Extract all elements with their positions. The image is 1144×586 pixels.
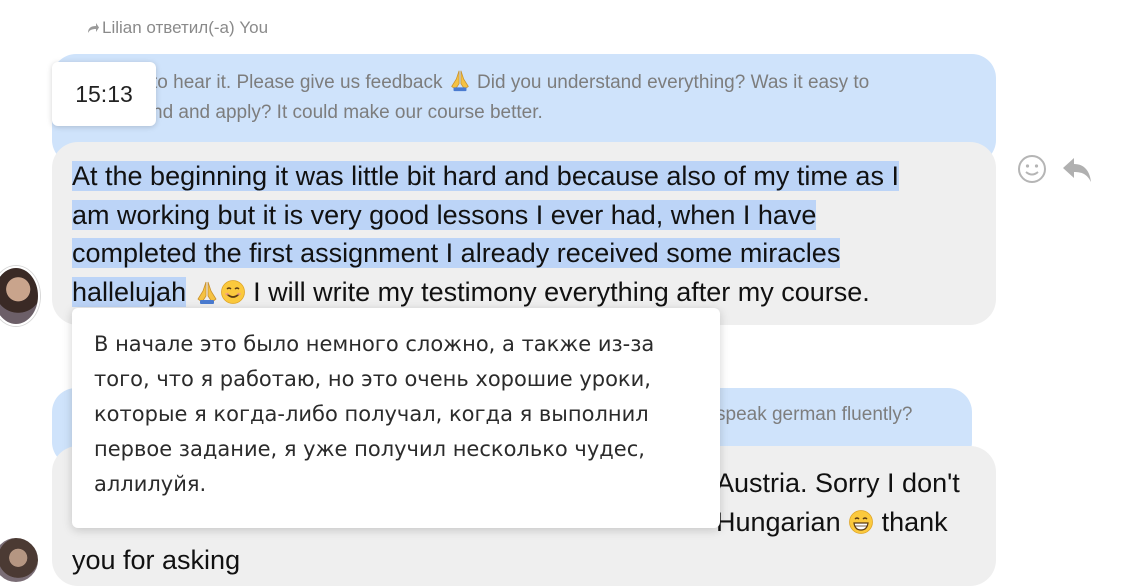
- main-message-line-3: completed the first assignment I already…: [72, 238, 841, 268]
- translation-popup: В начале это было немного сложно, а такж…: [72, 308, 720, 528]
- translation-line-3: которые я когда-либо получал, когда я вы…: [94, 402, 649, 426]
- main-message-line-4: hallelujah I will write my testimony eve…: [72, 276, 870, 307]
- sender-avatar[interactable]: [0, 266, 40, 326]
- message-time: 15:13: [75, 80, 133, 107]
- reply-icon[interactable]: [1060, 152, 1094, 186]
- second-quoted-text: speak german fluently?: [716, 404, 913, 425]
- message-actions: [1016, 152, 1094, 186]
- smiling-face-emoji-icon: [220, 279, 245, 304]
- message-time-tooltip: 15:13: [52, 62, 156, 126]
- praying-hands-emoji-icon: [197, 281, 217, 304]
- main-message-bubble[interactable]: At the beginning it was little bit hard …: [52, 142, 996, 325]
- translation-line-5: аллилуйя.: [94, 472, 207, 496]
- translation-line-4: первое задание, я уже получил несколько …: [94, 437, 645, 461]
- reply-arrow-icon: [88, 23, 99, 33]
- reply-header-text: Lilian ответил(-а) You: [102, 18, 269, 37]
- second-message-line-3: you for asking: [72, 545, 241, 575]
- reply-header: Lilian ответил(-а) You: [86, 18, 268, 38]
- quoted-message-line-2: nd and apply? It could make our course b…: [152, 102, 543, 123]
- grinning-face-emoji-icon: [849, 509, 874, 534]
- emoji-reaction-icon[interactable]: [1016, 153, 1048, 185]
- main-message-line-1: At the beginning it was little bit hard …: [72, 161, 899, 191]
- translation-line-1: В начале это было немного сложно, а такж…: [94, 332, 655, 356]
- praying-hands-emoji-icon: [450, 70, 469, 92]
- translation-line-2: того, что я работаю, но это очень хороши…: [94, 367, 651, 391]
- sender-avatar-2[interactable]: [0, 536, 40, 584]
- quoted-message-line-1: to hear it. Please give us feedback Did …: [152, 68, 972, 98]
- main-message-line-2: am working but it is very good lessons I…: [72, 199, 817, 230]
